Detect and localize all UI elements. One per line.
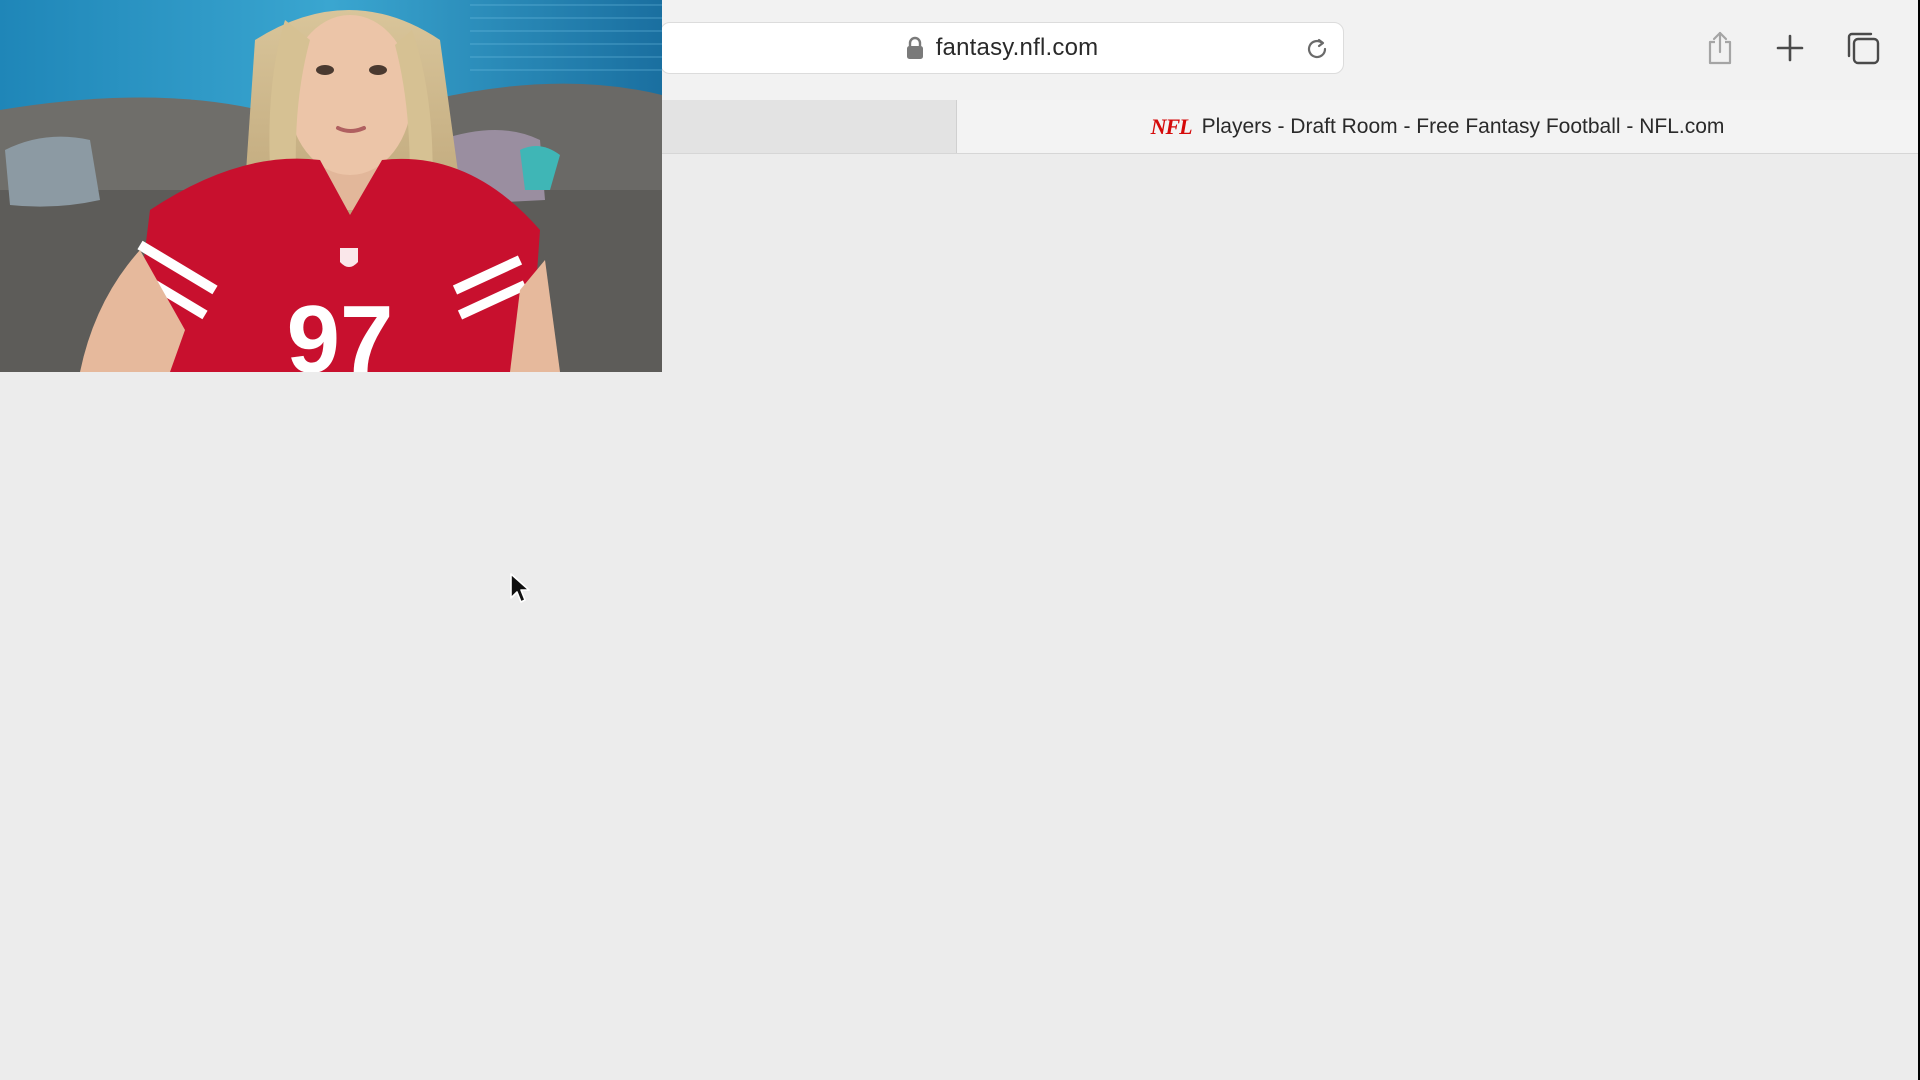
- jersey-number: 97: [287, 286, 394, 372]
- address-bar[interactable]: fantasy.nfl.com: [660, 22, 1344, 74]
- mouse-cursor-icon: [510, 573, 530, 603]
- url-text[interactable]: fantasy.nfl.com: [936, 34, 1099, 62]
- address-content: fantasy.nfl.com: [661, 23, 1343, 73]
- tab-title: Players - Draft Room - Free Fantasy Foot…: [1201, 114, 1725, 138]
- plus-icon: [1776, 34, 1804, 62]
- new-tab-button[interactable]: [1770, 28, 1810, 68]
- webcam-image: 97: [0, 0, 662, 372]
- tab-draft-room[interactable]: NFL Players - Draft Room - Free Fantasy …: [957, 100, 1918, 153]
- webcam-overlay: 97: [0, 0, 662, 372]
- tabs-overview-icon: [1847, 32, 1880, 65]
- reload-icon[interactable]: [1303, 35, 1331, 63]
- share-button[interactable]: [1700, 28, 1740, 68]
- screen: fantasy.nfl.com NFL Players - Draft Room…: [0, 0, 1920, 1080]
- lock-icon: [906, 36, 923, 59]
- share-icon: [1708, 31, 1732, 65]
- nfl-logo-icon: NFL: [1150, 113, 1193, 139]
- tabs-overview-button[interactable]: [1843, 28, 1883, 68]
